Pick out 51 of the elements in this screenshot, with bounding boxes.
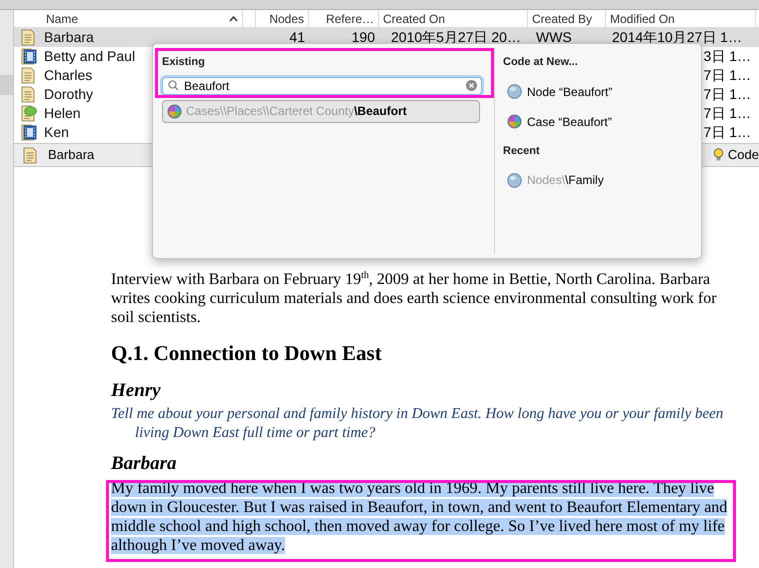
table-cell-text: 2014年10月27日 1…	[611, 28, 743, 47]
table-cell-text: 7日 1…	[702, 123, 752, 142]
sphere-icon	[507, 84, 522, 99]
code-button[interactable]: Code	[708, 145, 759, 165]
document-icon	[20, 67, 36, 84]
table-cell-text: 190	[350, 28, 376, 47]
paragraph: Interview with Barbara on February 19$^{th}$, 2009 at her home in Bettie, North Carolina. Barbara writes cooking curriculum materials and does earth science environmental consulting work for soil scientists.	[111, 270, 718, 327]
menu-item[interactable]: Nodes\\Family	[503, 171, 701, 189]
table-cell-text: 7日 1…	[702, 85, 752, 104]
search-result[interactable]: Cases\\Places\\Carteret County\Beaufort	[162, 100, 480, 122]
document-icon	[20, 86, 36, 103]
interview-question: Tell me about your personal and family history in Down East. How long have you or your family been living Down East full time or part time?	[111, 405, 724, 443]
section-label: Existing	[162, 55, 206, 70]
table-cell-text: 7日 1…	[702, 66, 752, 85]
section-label: Code at New...	[503, 55, 579, 70]
quadrant-circle-icon	[507, 114, 522, 129]
speaker-name: Barbara	[111, 452, 178, 476]
menu-item[interactable]: Node “Beaufort”	[503, 82, 701, 100]
table-cell-text: Helen	[44, 104, 81, 123]
table-cell-text: Ken	[44, 123, 69, 142]
source-title: Barbara	[48, 146, 94, 164]
table-cell-text: 7日 1…	[702, 104, 752, 123]
table-cell-text: Charles	[44, 66, 92, 85]
column-header[interactable]: Nodes	[256, 10, 309, 27]
section-label: Recent	[503, 144, 541, 158]
document-icon	[20, 29, 36, 46]
column-header[interactable]: Modified On	[606, 10, 756, 27]
quadrant-circle-icon	[167, 104, 182, 118]
table-cell-text: WWS	[535, 28, 573, 47]
table-cell-text: Betty and Paul	[44, 47, 136, 66]
lightbulb-icon	[712, 148, 724, 162]
column-header[interactable]: Refere…	[309, 10, 379, 27]
table-cell-text: 2010年5月27日 20…	[390, 28, 522, 47]
sidebar-highlight[interactable]	[0, 75, 13, 95]
table-cell-text: 41	[288, 28, 306, 47]
clear-icon[interactable]	[466, 80, 477, 90]
column-header[interactable]: Created On	[379, 10, 528, 27]
table-cell-text: Dorothy	[44, 85, 94, 104]
speaker-name: Henry	[111, 379, 162, 403]
speech-bubble-document-icon	[20, 105, 36, 122]
search-field[interactable]: Beaufort	[162, 76, 482, 94]
sphere-icon	[507, 172, 522, 188]
search-icon	[168, 80, 179, 90]
column-header[interactable]: Name	[42, 10, 243, 27]
menu-item[interactable]: Case “Beaufort”	[503, 112, 701, 130]
column-header[interactable]: Created By	[528, 10, 606, 27]
table-cell-text: Barbara	[44, 28, 94, 47]
section-heading: Q.1. Connection to Down East	[111, 340, 383, 367]
table-cell-text: 3日 1…	[702, 47, 752, 66]
document-icon	[22, 146, 38, 164]
sort-caret-icon	[229, 16, 238, 22]
